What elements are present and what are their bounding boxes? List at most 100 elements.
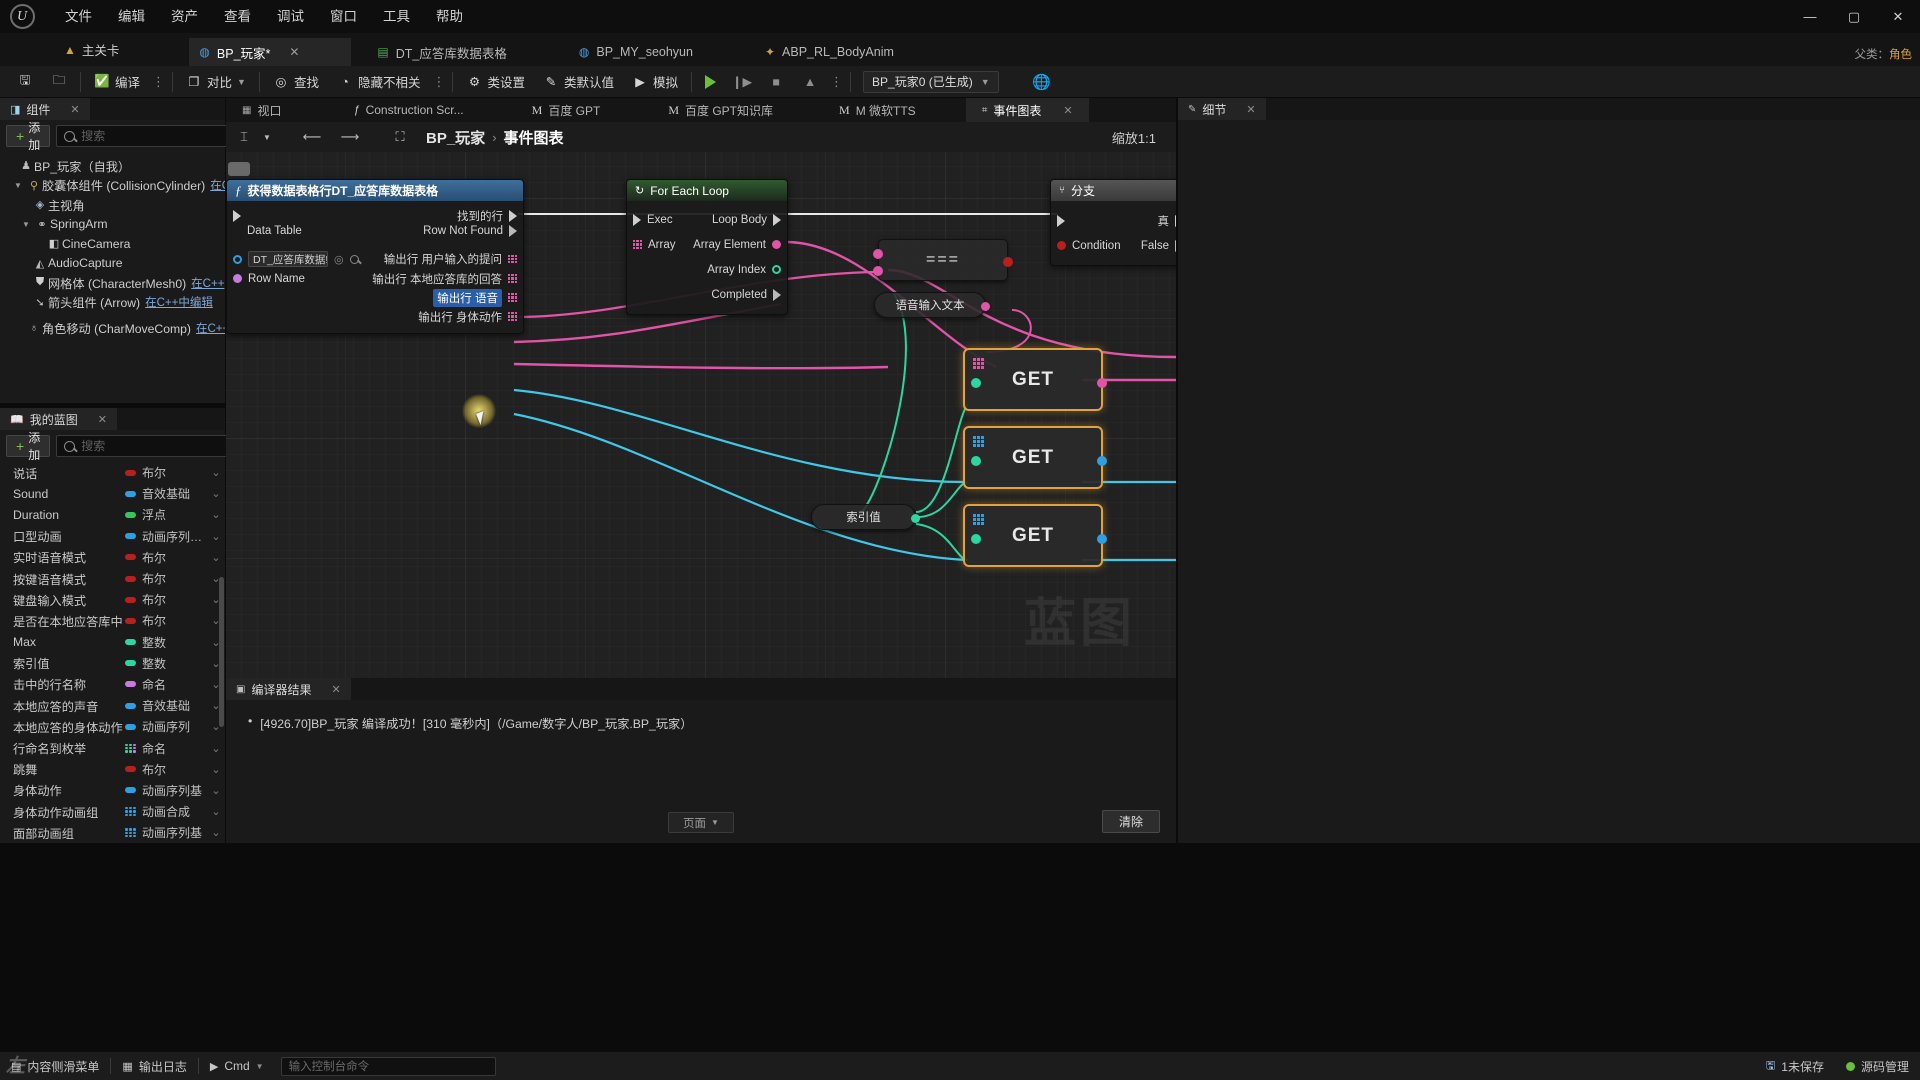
get-out-pin[interactable]: [1097, 534, 1107, 544]
add-variable-button[interactable]: + 添加: [6, 431, 51, 462]
node-get-3[interactable]: GET: [963, 504, 1107, 567]
pin-row-rowname[interactable]: Row Name 输出行 本地应答库的回答: [227, 269, 523, 288]
index-value-out-pin[interactable]: [911, 514, 920, 523]
component-row-mesh[interactable]: ⛊ 网格体 (CharacterMesh0) 在C++: [0, 273, 225, 293]
eject-button[interactable]: ▲: [793, 67, 827, 97]
tab-bp-my-seohyun[interactable]: ◍ BP_MY_seohyun: [569, 38, 703, 66]
variable-visibility-icon[interactable]: ⌄: [207, 530, 225, 543]
variable-row[interactable]: 是否在本地应答库中 布尔 ⌄: [0, 610, 225, 631]
find-button[interactable]: ◎ 查找: [264, 67, 328, 97]
compiler-message-row[interactable]: • [4926.70]BP_玩家 编译成功！[310 毫秒内]（/Game/数字…: [248, 714, 1176, 732]
pin-row-array[interactable]: Array Array Element: [627, 232, 787, 257]
component-row-capsule[interactable]: ▼ ⚲ 胶囊体组件 (CollisionCylinder) 在C+: [0, 176, 225, 196]
menu-edit[interactable]: 编辑: [105, 0, 158, 33]
object-in-pin[interactable]: [233, 254, 242, 264]
get-array-in-pin[interactable]: [973, 436, 984, 447]
tab-close-icon[interactable]: ✕: [289, 45, 299, 59]
get-out-pin[interactable]: [1097, 378, 1107, 388]
menu-assets[interactable]: 资产: [158, 0, 211, 33]
tab-viewport[interactable]: ▦ 视口: [226, 98, 297, 122]
pin-row-exec[interactable]: Exec Loop Body: [627, 207, 787, 232]
struct-out-pin[interactable]: [508, 274, 517, 283]
variables-scrollbar[interactable]: [219, 577, 224, 727]
menu-window[interactable]: 窗口: [317, 0, 370, 33]
exec-in-pin[interactable]: [633, 213, 641, 226]
variable-visibility-icon[interactable]: ⌄: [207, 551, 225, 564]
save-button[interactable]: 🖫: [8, 67, 42, 97]
get-array-in-pin[interactable]: [973, 358, 984, 369]
components-search-box[interactable]: [56, 125, 245, 147]
variable-row[interactable]: 身体动作动画组 动画合成 ⌄: [0, 801, 225, 822]
variable-visibility-icon[interactable]: ⌄: [207, 487, 225, 500]
condition-in-pin[interactable]: [1057, 241, 1066, 250]
close-icon[interactable]: ✕: [98, 413, 107, 426]
node-branch[interactable]: ⑂ 分支 真 Condition False: [1050, 179, 1176, 266]
variable-row[interactable]: 身体动作 动画序列基 ⌄: [0, 780, 225, 801]
add-component-button[interactable]: + 添加: [6, 121, 51, 152]
tab-baidu-gpt[interactable]: M 百度 GPT: [516, 98, 617, 122]
clear-button[interactable]: 清除: [1101, 810, 1160, 833]
array-element-out-pin[interactable]: [772, 240, 781, 249]
variable-row[interactable]: Duration 浮点 ⌄: [0, 504, 225, 525]
components-search-input[interactable]: [81, 129, 237, 143]
grid-icon[interactable]: ⛶: [388, 126, 412, 148]
tab-abp-rl-bodyanim[interactable]: ✦ ABP_RL_BodyAnim: [755, 38, 904, 66]
exec-in-pin[interactable]: [233, 209, 241, 222]
tab-baidu-gpt-kb[interactable]: M 百度 GPT知识库: [652, 98, 789, 122]
close-icon[interactable]: ✕: [1246, 103, 1255, 116]
node-voice-input-text[interactable]: 语音输入文本: [874, 292, 990, 318]
close-icon[interactable]: ✕: [1063, 104, 1072, 117]
nav-forward-icon[interactable]: ⟶: [338, 126, 362, 148]
stop-button[interactable]: ■: [759, 67, 793, 97]
exec-out-pin[interactable]: [509, 209, 517, 222]
variable-row[interactable]: 面部动画组 动画序列基 ⌄: [0, 822, 225, 843]
exec-out-pin[interactable]: [773, 213, 781, 226]
menu-tools[interactable]: 工具: [370, 0, 423, 33]
variable-row[interactable]: 行命名到枚举 命名 ⌄: [0, 737, 225, 758]
component-row-charmove[interactable]: ♁ 角色移动 (CharMoveComp) 在C++中: [0, 318, 225, 338]
component-row-mainview[interactable]: ◈ 主视角: [0, 195, 225, 215]
component-row-audiocapture[interactable]: ◭ AudioCapture: [0, 254, 225, 274]
hide-unrelated-options-icon[interactable]: ⋮: [429, 74, 448, 90]
tab-details[interactable]: ✎ 细节 ✕: [1178, 98, 1266, 120]
simulate-button[interactable]: ▶ 模拟: [623, 67, 687, 97]
struct-out-pin[interactable]: [508, 254, 517, 264]
close-button[interactable]: ✕: [1876, 0, 1920, 33]
variable-visibility-icon[interactable]: ⌄: [207, 805, 225, 818]
unsaved-indicator[interactable]: 🖫 1未保存: [1755, 1052, 1835, 1080]
class-defaults-button[interactable]: ✎ 类默认值: [534, 67, 623, 97]
tab-event-graph[interactable]: ⌗ 事件图表 ✕: [965, 98, 1089, 122]
variable-row[interactable]: Sound 音效基础 ⌄: [0, 483, 225, 504]
node-equals[interactable]: ===: [873, 239, 1013, 281]
play-options-icon[interactable]: ⋮: [827, 74, 846, 90]
variable-row[interactable]: Max 整数 ⌄: [0, 632, 225, 653]
output-log-button[interactable]: ▦ 输出日志: [111, 1052, 197, 1080]
menu-view[interactable]: 查看: [211, 0, 264, 33]
variable-row[interactable]: 索引值 整数 ⌄: [0, 653, 225, 674]
tab-compiler-results[interactable]: ▣ 编译器结果 ✕: [226, 678, 351, 700]
pin-row-out-voice[interactable]: 输出行 语音: [227, 288, 523, 307]
array-index-out-pin[interactable]: [772, 265, 781, 274]
console-command-input[interactable]: 输入控制台命令: [280, 1056, 496, 1076]
exec-out-pin[interactable]: [773, 288, 781, 301]
breadcrumb-main[interactable]: BP_玩家: [426, 127, 485, 148]
variable-row[interactable]: 本地应答的声音 音效基础 ⌄: [0, 695, 225, 716]
equals-in-pin-a[interactable]: [873, 249, 883, 259]
hide-unrelated-button[interactable]: ◔ 隐藏不相关: [328, 67, 430, 97]
variable-row[interactable]: 按键语音模式 布尔 ⌄: [0, 568, 225, 589]
my-blueprint-search-input[interactable]: [81, 439, 237, 453]
pin-row-array-index[interactable]: Array Index: [627, 257, 787, 282]
pin-row-branch-exec[interactable]: 真: [1051, 208, 1176, 233]
exec-out-pin-true[interactable]: [1175, 214, 1176, 227]
pin-row-exec-found[interactable]: 找到的行: [227, 206, 523, 225]
variable-row[interactable]: 跳舞 布尔 ⌄: [0, 759, 225, 780]
tree-caret-icon[interactable]: ▼: [22, 220, 34, 229]
get-out-pin[interactable]: [1097, 456, 1107, 466]
browse-content-button[interactable]: 🗀: [42, 67, 76, 97]
voice-text-out-pin[interactable]: [981, 302, 990, 311]
diff-button[interactable]: ❐ 对比 ▼: [177, 67, 255, 97]
variable-visibility-icon[interactable]: ⌄: [207, 742, 225, 755]
tab-construction-script[interactable]: ƒ Construction Scr...: [337, 98, 479, 122]
menu-file[interactable]: 文件: [52, 0, 105, 33]
maximize-button[interactable]: ▢: [1832, 0, 1876, 33]
